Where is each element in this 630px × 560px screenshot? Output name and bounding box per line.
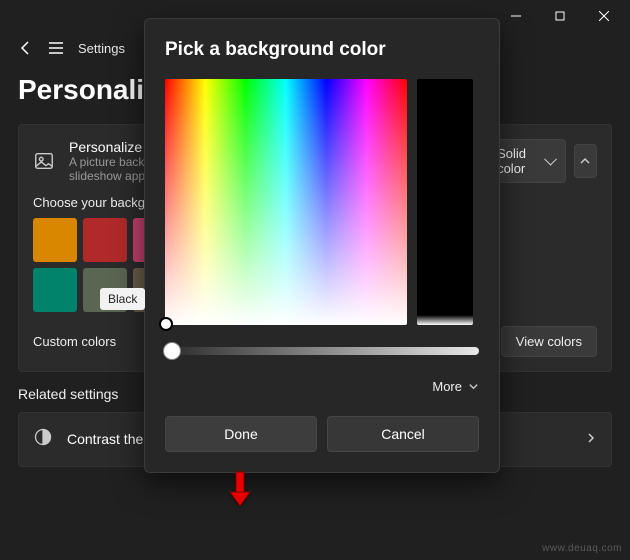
annotation-arrow: [226, 470, 254, 513]
menu-icon[interactable]: [48, 40, 64, 56]
minimize-button[interactable]: [494, 0, 538, 32]
back-icon[interactable]: [18, 40, 34, 56]
value-bar[interactable]: [417, 79, 473, 325]
done-button[interactable]: Done: [165, 416, 317, 452]
picker-handle[interactable]: [159, 317, 173, 331]
collapse-button[interactable]: [574, 144, 597, 178]
maximize-button[interactable]: [538, 0, 582, 32]
slider-knob[interactable]: [163, 342, 181, 360]
picture-icon: [33, 150, 55, 172]
contrast-icon: [33, 427, 53, 452]
chevron-down-icon: [468, 381, 479, 392]
brightness-slider[interactable]: [165, 347, 479, 355]
chevron-right-icon: [585, 431, 597, 449]
color-picker-dialog: Pick a background color More Done Cancel: [144, 18, 500, 473]
more-toggle[interactable]: More: [165, 379, 479, 394]
tooltip-black: Black: [100, 288, 145, 310]
color-swatch[interactable]: [33, 218, 77, 262]
cancel-button[interactable]: Cancel: [327, 416, 479, 452]
breadcrumb-settings[interactable]: Settings: [78, 41, 125, 56]
close-button[interactable]: [582, 0, 626, 32]
watermark: www.deuaq.com: [542, 543, 622, 554]
custom-colors-label: Custom colors: [33, 334, 116, 349]
color-swatch[interactable]: [83, 218, 127, 262]
hue-saturation-field[interactable]: [165, 79, 407, 325]
color-swatch[interactable]: [33, 268, 77, 312]
picker-title: Pick a background color: [165, 39, 479, 61]
more-label: More: [432, 379, 462, 394]
view-colors-button[interactable]: View colors: [501, 326, 597, 357]
